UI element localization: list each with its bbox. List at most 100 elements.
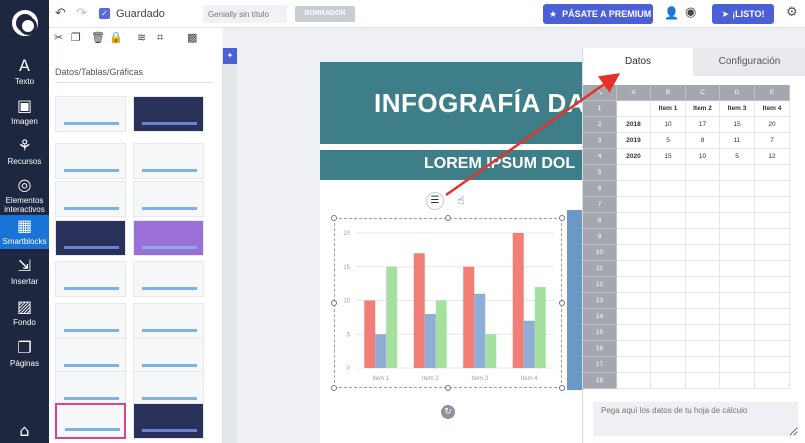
row-header[interactable]: 9: [583, 229, 617, 245]
sheet-cell[interactable]: 12: [755, 149, 790, 165]
sheet-cell[interactable]: [686, 229, 720, 245]
sheet-cell[interactable]: [617, 181, 651, 197]
rail-item-páginas[interactable]: ❐ Páginas: [0, 337, 49, 371]
smartblock-thumbnail[interactable]: [55, 220, 126, 256]
sheet-cell[interactable]: [720, 261, 755, 277]
column-header[interactable]: D: [720, 85, 755, 101]
rail-item-smartblocks[interactable]: ▦ Smartblocks: [0, 215, 49, 249]
rail-item-imagen[interactable]: ▣ Imagen: [0, 95, 49, 129]
sheet-cell[interactable]: [755, 373, 790, 389]
sheet-cell[interactable]: [720, 229, 755, 245]
smartblock-thumbnail[interactable]: [55, 403, 126, 439]
rail-item-insertar[interactable]: ⇲ Insertar: [0, 255, 49, 289]
transparency-icon[interactable]: ▩: [187, 31, 197, 44]
sheet-cell[interactable]: [651, 373, 686, 389]
row-header[interactable]: 6: [583, 181, 617, 197]
sheet-cell[interactable]: [755, 197, 790, 213]
sheet-cell[interactable]: [686, 165, 720, 181]
group-icon[interactable]: ⌗: [157, 31, 163, 45]
sheet-cell[interactable]: [617, 245, 651, 261]
title-banner[interactable]: INFOGRAFÍA DA: [320, 62, 582, 144]
sheet-cell[interactable]: [720, 181, 755, 197]
sheet-cell[interactable]: [686, 373, 720, 389]
sheet-cell[interactable]: [755, 293, 790, 309]
sheet-cell[interactable]: [651, 181, 686, 197]
trash-icon[interactable]: 🗑: [91, 31, 105, 44]
rail-item-texto[interactable]: A Texto: [0, 55, 49, 89]
row-header[interactable]: 8: [583, 213, 617, 229]
redo-icon[interactable]: ↷: [76, 6, 87, 21]
chart-settings-icon[interactable]: ☰: [426, 192, 444, 210]
sheet-cell[interactable]: [686, 197, 720, 213]
row-header[interactable]: 11: [583, 261, 617, 277]
paste-data-field[interactable]: [593, 402, 798, 436]
premium-button[interactable]: ★ PÁSATE A PREMIUM: [543, 4, 653, 24]
corner-cell[interactable]: ⤡: [583, 85, 617, 101]
sheet-cell[interactable]: [755, 229, 790, 245]
sheet-cell[interactable]: [617, 309, 651, 325]
sheet-cell[interactable]: [617, 197, 651, 213]
column-header[interactable]: C: [686, 85, 720, 101]
sheet-cell[interactable]: [651, 245, 686, 261]
sheet-cell[interactable]: 10: [686, 149, 720, 165]
sheet-cell[interactable]: [720, 325, 755, 341]
sheet-cell[interactable]: [651, 261, 686, 277]
smartblock-thumbnail[interactable]: [133, 371, 204, 407]
sheet-cell[interactable]: [617, 213, 651, 229]
done-button[interactable]: ➤ ¡LISTO!: [712, 4, 774, 24]
sheet-cell[interactable]: [651, 165, 686, 181]
sheet-cell[interactable]: [617, 165, 651, 181]
row-header[interactable]: 7: [583, 197, 617, 213]
rail-item-elementos-interactivos[interactable]: ◎ Elementos interactivos: [0, 174, 49, 217]
row-header[interactable]: 18: [583, 373, 617, 389]
row-header[interactable]: 3: [583, 133, 617, 149]
sheet-cell[interactable]: [755, 181, 790, 197]
row-header[interactable]: 4: [583, 149, 617, 165]
smartblock-thumbnail[interactable]: [55, 143, 126, 179]
sheet-cell[interactable]: [651, 197, 686, 213]
sheet-cell[interactable]: [755, 245, 790, 261]
smartblock-thumbnail[interactable]: [133, 143, 204, 179]
sheet-cell[interactable]: [720, 197, 755, 213]
smartblock-thumbnail[interactable]: [133, 261, 204, 297]
row-header[interactable]: 10: [583, 245, 617, 261]
subtitle-banner[interactable]: LOREM IPSUM DOL: [320, 150, 582, 180]
sheet-cell[interactable]: 5: [651, 133, 686, 149]
row-header[interactable]: 12: [583, 277, 617, 293]
interaction-hand-icon[interactable]: ☝: [452, 192, 470, 210]
undo-icon[interactable]: ↶: [55, 6, 66, 21]
row-header[interactable]: 5: [583, 165, 617, 181]
sheet-cell[interactable]: 8: [686, 133, 720, 149]
smartblock-thumbnail[interactable]: [55, 261, 126, 297]
cut-icon[interactable]: ✂: [54, 31, 63, 44]
draft-button[interactable]: BORRADOR: [295, 6, 355, 22]
sheet-cell[interactable]: [755, 325, 790, 341]
sheet-cell[interactable]: [686, 213, 720, 229]
sheet-cell[interactable]: 2018: [617, 117, 651, 133]
sheet-cell[interactable]: [617, 357, 651, 373]
genially-logo[interactable]: [12, 10, 38, 36]
rail-item-recursos[interactable]: ⚘ Recursos: [0, 135, 49, 169]
sheet-cell[interactable]: [720, 373, 755, 389]
sheet-cell[interactable]: [617, 229, 651, 245]
gift-icon[interactable]: ⌂: [0, 422, 49, 442]
sheet-cell[interactable]: 5: [720, 149, 755, 165]
sheet-cell[interactable]: [720, 309, 755, 325]
smartblock-thumbnail[interactable]: [55, 303, 126, 339]
sheet-cell[interactable]: [686, 325, 720, 341]
sheet-cell[interactable]: [617, 325, 651, 341]
sheet-cell[interactable]: [720, 293, 755, 309]
layers-icon[interactable]: ≋: [137, 31, 146, 44]
sheet-cell[interactable]: [686, 277, 720, 293]
sheet-cell[interactable]: [755, 277, 790, 293]
sheet-cell[interactable]: [686, 357, 720, 373]
column-header[interactable]: A: [617, 85, 651, 101]
sheet-cell[interactable]: [720, 341, 755, 357]
add-user-icon[interactable]: 👤: [664, 6, 679, 20]
sheet-cell[interactable]: [755, 165, 790, 181]
sheet-cell[interactable]: [651, 277, 686, 293]
sheet-cell[interactable]: 11: [720, 133, 755, 149]
tab-configuracion[interactable]: Configuración: [693, 48, 805, 76]
sheet-cell[interactable]: [686, 341, 720, 357]
sheet-cell[interactable]: 2020: [617, 149, 651, 165]
